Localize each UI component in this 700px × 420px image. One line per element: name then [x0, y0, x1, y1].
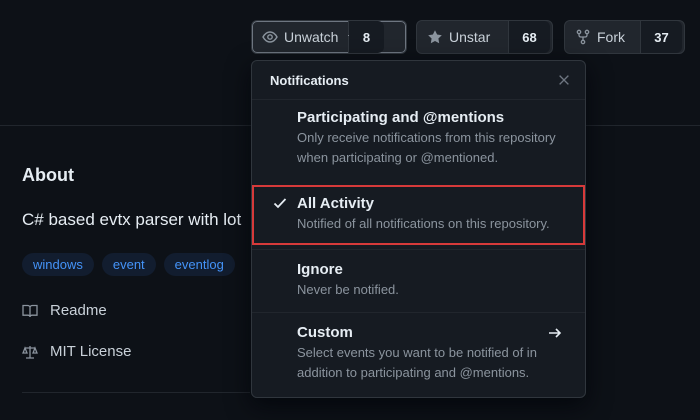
topic-list: windows event eventlog [22, 253, 235, 276]
fork-label: Fork [597, 29, 625, 45]
option-description: Notified of all notifications on this re… [297, 216, 550, 231]
close-icon[interactable] [555, 71, 573, 89]
readme-link[interactable]: Readme [22, 302, 107, 319]
watch-button-group: Unwatch 8 [251, 20, 407, 54]
option-title: Participating and @mentions [297, 109, 505, 126]
unstar-label: Unstar [449, 29, 491, 45]
unwatch-button[interactable]: Unwatch [252, 21, 357, 53]
topic-tag[interactable]: windows [22, 253, 94, 276]
option-description: Never be notified. [297, 282, 399, 297]
unwatch-label: Unwatch [284, 29, 339, 45]
option-description: Only receive notifications from this rep… [297, 128, 585, 168]
checkmark-icon [272, 195, 288, 216]
stars-count[interactable]: 68 [509, 21, 550, 53]
option-title: Custom [297, 324, 353, 341]
fork-button-group: Fork 37 [564, 20, 685, 54]
option-custom[interactable]: Custom Select events you want to be noti… [252, 312, 585, 396]
option-desc-line: when participating or @mentioned. [297, 150, 499, 165]
about-heading: About [22, 165, 74, 185]
star-button-group: Unstar 68 [416, 20, 553, 54]
option-desc-line: Select events you want to be notified of… [297, 345, 537, 360]
unstar-button[interactable]: Unstar [417, 21, 509, 53]
scale-icon [22, 344, 38, 360]
option-title: Ignore [297, 261, 343, 278]
license-link[interactable]: MIT License [22, 343, 131, 360]
dropdown-title: Notifications [270, 72, 349, 88]
sidebar-divider [22, 392, 250, 393]
license-label: MIT License [50, 343, 132, 360]
repo-description: C# based evtx parser with lot [22, 210, 242, 229]
dropdown-header: Notifications [252, 61, 585, 100]
option-description: Select events you want to be notified of… [297, 343, 585, 383]
option-participating[interactable]: Participating and @mentions Only receive… [252, 99, 585, 183]
topic-tag[interactable]: event [101, 253, 156, 276]
fork-button[interactable]: Fork [565, 21, 641, 53]
book-icon [22, 303, 38, 319]
watchers-count[interactable]: 8 [349, 21, 384, 53]
topic-tag[interactable]: eventlog [163, 253, 235, 276]
option-desc-line: addition to participating and @mentions. [297, 365, 530, 380]
arrow-right-icon [547, 325, 563, 346]
eye-icon [262, 29, 278, 45]
notifications-dropdown: Notifications Participating and @mention… [251, 60, 586, 398]
star-icon [427, 29, 443, 45]
option-title: All Activity [297, 195, 374, 212]
forks-count[interactable]: 37 [641, 21, 682, 53]
readme-label: Readme [50, 302, 107, 319]
option-ignore[interactable]: Ignore Never be notified. [252, 249, 585, 309]
fork-icon [575, 29, 591, 45]
option-all-activity[interactable]: All Activity Notified of all notificatio… [252, 185, 585, 245]
option-desc-line: Only receive notifications from this rep… [297, 130, 556, 145]
